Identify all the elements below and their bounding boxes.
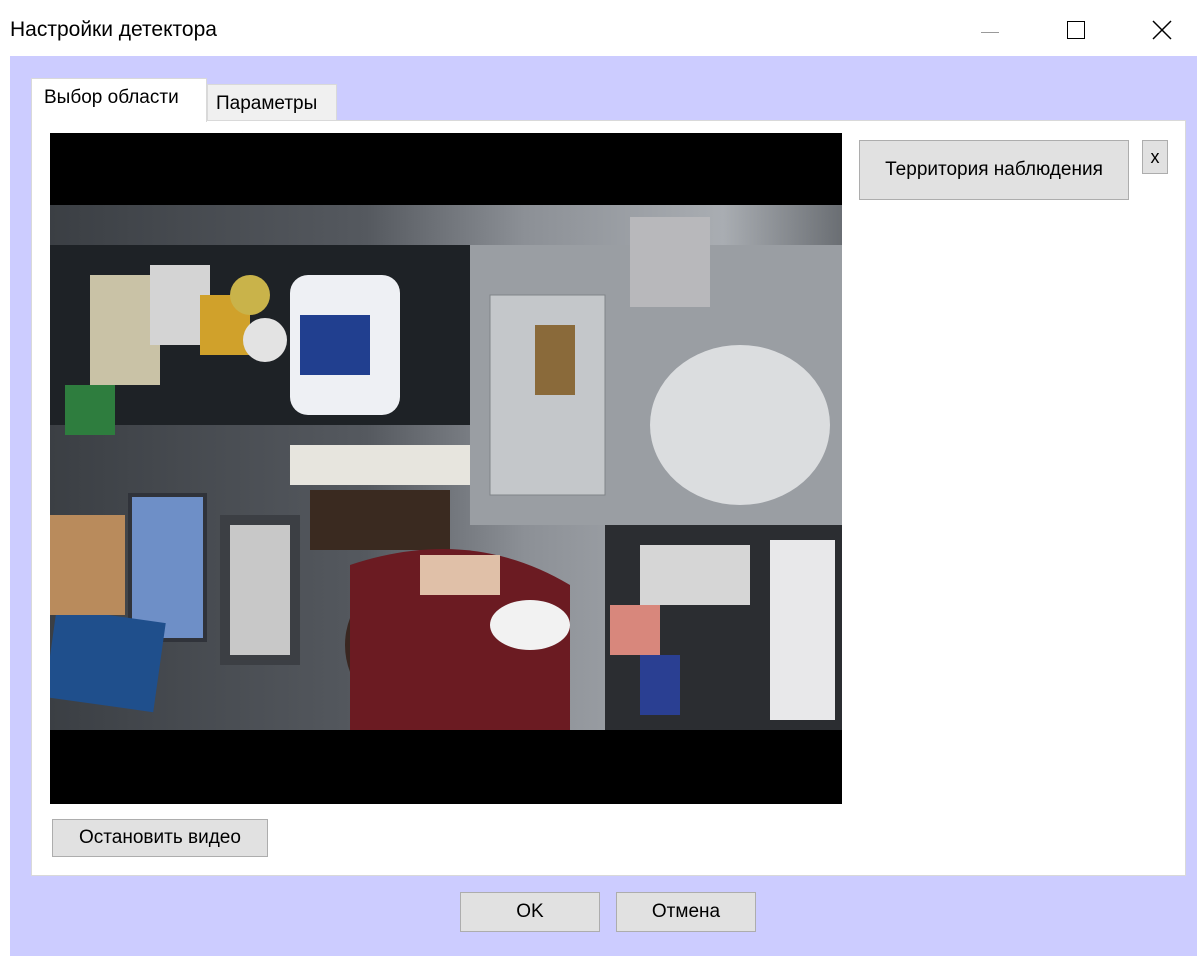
- observation-zone-button[interactable]: Территория наблюдения: [859, 140, 1129, 200]
- maximize-button[interactable]: [1046, 8, 1106, 52]
- title-bar: Настройки детектора: [0, 0, 1197, 56]
- minimize-icon: [981, 31, 999, 33]
- remove-zone-button[interactable]: x: [1142, 140, 1168, 174]
- tab-parameters[interactable]: Параметры: [207, 84, 337, 120]
- video-preview[interactable]: [50, 133, 842, 804]
- window-title: Настройки детектора: [10, 18, 217, 41]
- ok-button[interactable]: OK: [460, 892, 600, 932]
- tab-panel-area-selection: Территория наблюдения x Остановить видео: [31, 120, 1186, 876]
- cancel-button[interactable]: Отмена: [616, 892, 756, 932]
- minimize-button[interactable]: [960, 8, 1020, 52]
- camera-frame: [50, 205, 842, 730]
- dialog-client-area: Выбор области Параметры Территория наблю…: [10, 56, 1197, 956]
- stop-video-button[interactable]: Остановить видео: [52, 819, 268, 857]
- checkout-scene-image: [50, 217, 842, 730]
- tab-area-selection[interactable]: Выбор области: [31, 78, 207, 122]
- maximize-icon: [1067, 21, 1085, 39]
- close-icon: [1152, 20, 1172, 40]
- close-button[interactable]: [1132, 8, 1192, 52]
